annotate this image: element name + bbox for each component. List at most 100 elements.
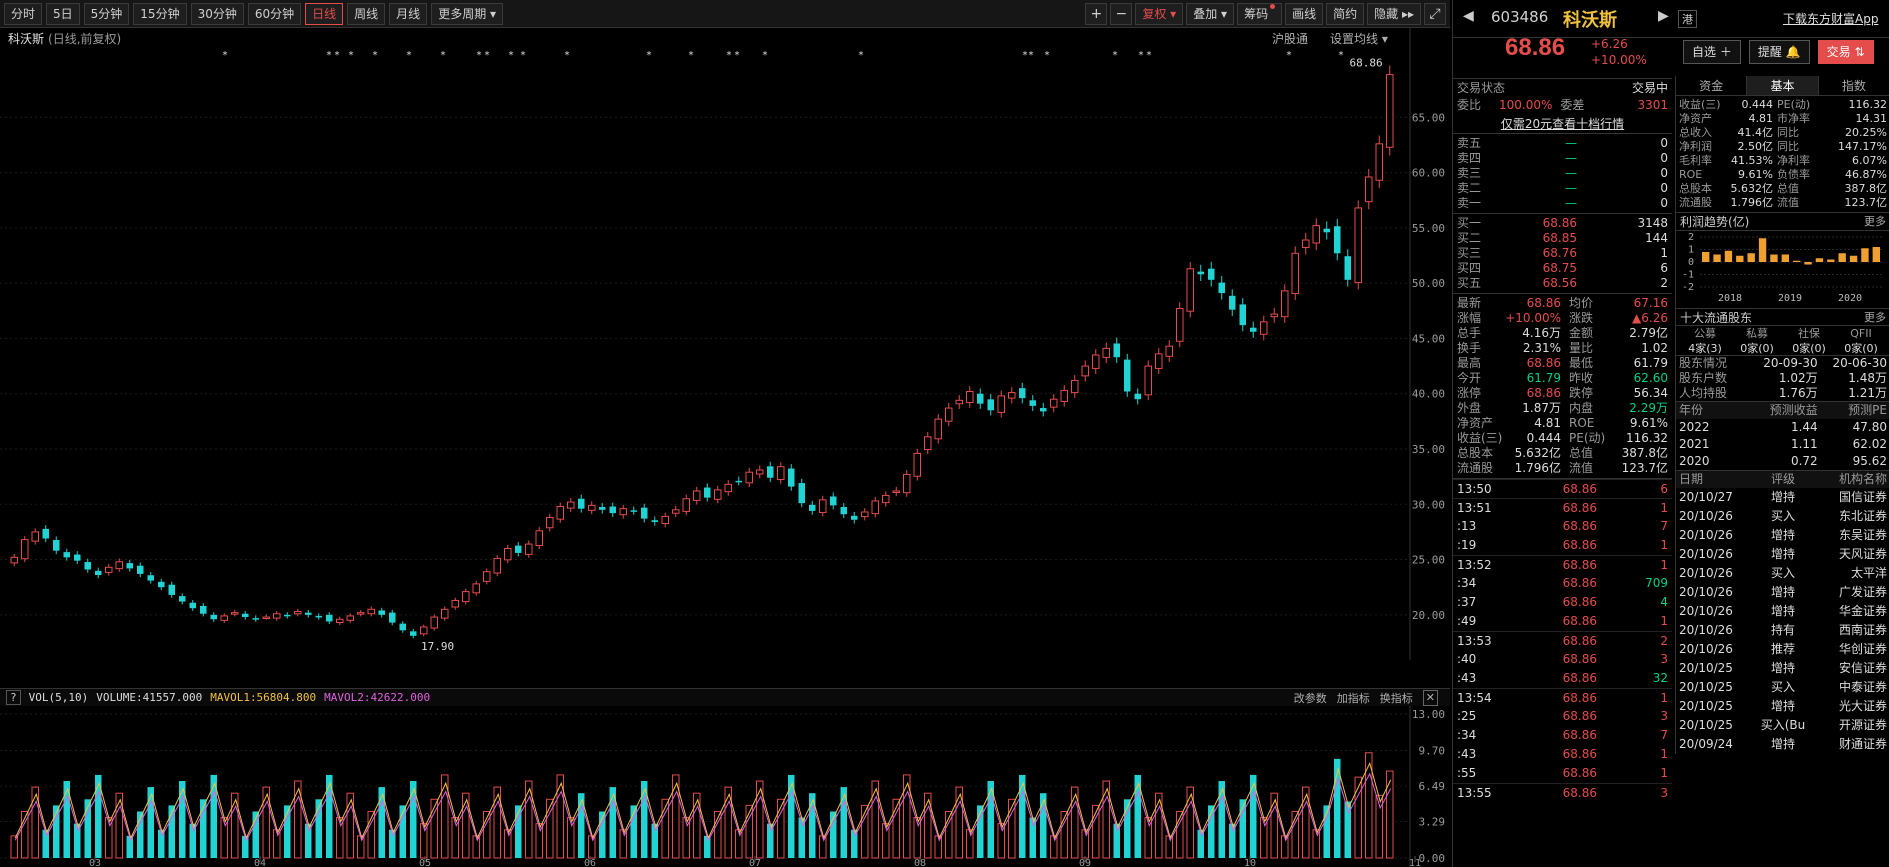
zoom-in-button[interactable]: + <box>1085 3 1108 25</box>
quote-row: 收益(三) 0.444 PE(动) 116.32 <box>1453 431 1672 446</box>
event-marker[interactable]: * <box>734 50 740 61</box>
event-marker[interactable]: * <box>1146 50 1152 61</box>
rating-row[interactable]: 20/10/26 持有 西南证券 <box>1676 621 1889 640</box>
period-tab-7[interactable]: 周线 <box>347 2 386 25</box>
event-marker[interactable]: * <box>1044 50 1050 61</box>
hide-button[interactable]: 隐藏 ▸▸ <box>1367 3 1421 25</box>
period-tab-3[interactable]: 15分钟 <box>133 2 187 25</box>
holders-col: 社保 <box>1798 327 1820 340</box>
fund-label-a: 总股本 <box>1679 182 1712 195</box>
event-marker[interactable]: * <box>222 50 228 61</box>
quote-panel: ◀ 603486 科沃斯 ▶ 港 下载东方财富App 68.86 +6.26 +… <box>1452 0 1889 867</box>
quote-value-b: 2.79亿 <box>1629 326 1668 340</box>
period-tab-9[interactable]: 更多周期 ▾ <box>431 2 504 25</box>
quote-label-b: 流值 <box>1569 461 1594 475</box>
help-icon[interactable]: ? <box>6 690 21 705</box>
rating-row[interactable]: 20/10/27 增持 国信证券 <box>1676 488 1889 507</box>
fund-value-a: 41.53% <box>1731 154 1773 167</box>
candle-body <box>63 552 70 558</box>
prev-stock-icon[interactable]: ◀ <box>1463 8 1474 24</box>
simple-button[interactable]: 简约 <box>1326 3 1365 25</box>
event-marker[interactable]: * <box>1338 50 1344 61</box>
rating-row[interactable]: 20/10/26 增持 东吴证券 <box>1676 526 1889 545</box>
event-marker[interactable]: * <box>484 50 490 61</box>
event-marker[interactable]: * <box>762 50 768 61</box>
candle-body <box>305 612 312 615</box>
candle-body <box>1113 343 1120 358</box>
event-marker[interactable]: * <box>726 50 732 61</box>
quote-value-b: 61.79 <box>1633 356 1668 370</box>
period-tab-8[interactable]: 月线 <box>389 2 428 25</box>
next-stock-icon[interactable]: ▶ <box>1658 8 1669 24</box>
event-marker[interactable]: * <box>476 50 482 61</box>
forecast-cell: 0.72 <box>1790 454 1818 468</box>
forecast-cell: 2020 <box>1679 454 1710 468</box>
watchlist-button[interactable]: 自选 ＋ <box>1683 40 1741 64</box>
event-marker[interactable]: * <box>858 50 864 61</box>
fund-label-b: 流值 <box>1777 196 1799 209</box>
candle-body <box>1312 225 1320 244</box>
tab-basic[interactable]: 基本 <box>1747 76 1819 95</box>
tick-row: :49 68.86 1 <box>1453 612 1672 631</box>
rating-row[interactable]: 20/09/24 增持 财通证券 <box>1676 735 1889 754</box>
rating-row[interactable]: 20/10/26 增持 广发证券 <box>1676 583 1889 602</box>
fullscreen-icon[interactable]: ⤢ <box>1424 3 1446 25</box>
rating-row[interactable]: 20/10/26 买入 东北证券 <box>1676 507 1889 526</box>
draw-line-button[interactable]: 画线 <box>1285 3 1324 25</box>
event-marker[interactable]: * <box>1138 50 1144 61</box>
rating-row[interactable]: 20/10/25 增持 安信证券 <box>1676 659 1889 678</box>
event-marker[interactable]: * <box>406 50 412 61</box>
quote-value-b: 9.61% <box>1629 416 1668 430</box>
event-marker[interactable]: * <box>564 50 570 61</box>
chip-button[interactable]: 筹码 <box>1237 3 1283 25</box>
fuquan-dropdown[interactable]: 复权 ▾ <box>1135 3 1184 25</box>
tick-row: :34 68.86 709 <box>1453 574 1672 593</box>
period-tab-4[interactable]: 30分钟 <box>190 2 244 25</box>
alert-button[interactable]: 提醒 🔔 <box>1748 40 1810 64</box>
candle-body <box>704 487 711 498</box>
tab-fund[interactable]: 资金 <box>1676 76 1748 95</box>
level2-promo-link[interactable]: 仅需20元查看十档行情 <box>1453 114 1672 134</box>
rating-row[interactable]: 20/10/26 推荐 华创证券 <box>1676 640 1889 659</box>
tick-time: 13:55 <box>1457 786 1492 800</box>
zoom-out-button[interactable]: − <box>1110 3 1133 25</box>
event-marker[interactable]: * <box>440 50 446 61</box>
add-indicator-button[interactable]: 加指标 <box>1337 690 1370 706</box>
profit-more-link[interactable]: 更多 <box>1864 213 1886 230</box>
change-indicator-button[interactable]: 换指标 <box>1380 690 1413 706</box>
candle-body <box>777 466 785 481</box>
event-marker[interactable]: * <box>646 50 652 61</box>
event-marker[interactable]: * <box>1112 50 1118 61</box>
event-marker[interactable]: * <box>326 50 332 61</box>
edit-params-button[interactable]: 改参数 <box>1294 690 1327 706</box>
rating-row[interactable]: 20/10/25 买入 中泰证券 <box>1676 678 1889 697</box>
period-tab-6[interactable]: 日线 <box>305 2 344 25</box>
rating-row[interactable]: 20/10/25 增持 光大证券 <box>1676 697 1889 716</box>
period-tab-5[interactable]: 60分钟 <box>247 2 302 25</box>
candle-body <box>1365 176 1373 203</box>
download-app-link[interactable]: 下载东方财富App <box>1783 10 1878 27</box>
kline-chart[interactable]: 科沃斯 (日线,前复权) 沪股通 设置均线 ▾ 65.00 60.00 55.00 50… <box>0 28 1450 867</box>
tab-index[interactable]: 指数 <box>1819 76 1889 95</box>
event-marker[interactable]: * <box>520 50 526 61</box>
event-marker[interactable]: * <box>348 50 354 61</box>
period-tab-1[interactable]: 5日 <box>46 2 80 25</box>
event-marker[interactable]: * <box>372 50 378 61</box>
overlay-dropdown[interactable]: 叠加 ▾ <box>1186 3 1235 25</box>
tick-row: :55 68.86 1 <box>1453 764 1672 783</box>
period-tab-0[interactable]: 分时 <box>4 2 43 25</box>
event-marker[interactable]: * <box>688 50 694 61</box>
event-marker[interactable]: * <box>1028 50 1034 61</box>
rating-row[interactable]: 20/10/25 买入(Bu 开源证券 <box>1676 716 1889 735</box>
close-icon[interactable]: ✕ <box>1422 689 1438 706</box>
event-marker[interactable]: * <box>508 50 514 61</box>
holders-more-link[interactable]: 更多 <box>1864 309 1886 325</box>
volume-bar <box>704 835 711 858</box>
event-marker[interactable]: * <box>1286 50 1292 61</box>
trade-button[interactable]: 交易 ⇅ <box>1817 40 1874 64</box>
rating-row[interactable]: 20/10/26 增持 天风证券 <box>1676 545 1889 564</box>
rating-row[interactable]: 20/10/26 增持 华金证券 <box>1676 602 1889 621</box>
rating-row[interactable]: 20/10/26 买入 太平洋 <box>1676 564 1889 583</box>
event-marker[interactable]: * <box>334 50 340 61</box>
period-tab-2[interactable]: 5分钟 <box>83 2 130 25</box>
